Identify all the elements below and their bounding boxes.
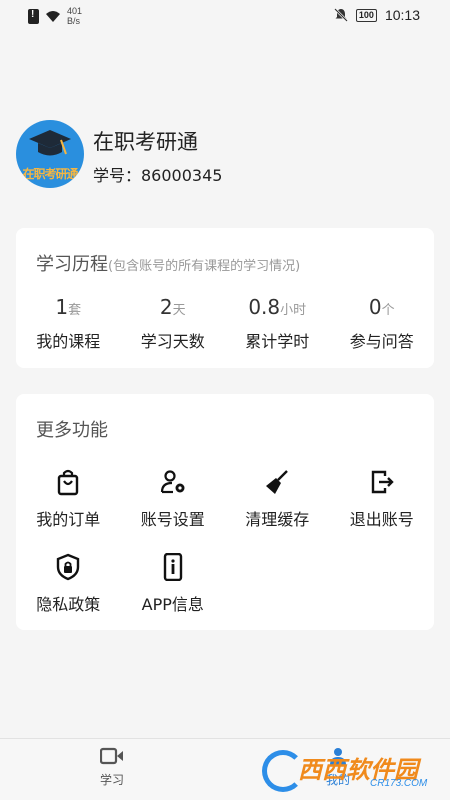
wifi-icon bbox=[46, 10, 60, 22]
stat-unit: 小时 bbox=[280, 303, 307, 318]
stat-hours[interactable]: 0.8小时 累计学时 bbox=[225, 294, 330, 352]
stat-value: 0.8 bbox=[248, 295, 281, 319]
more-functions-card: 更多功能 我的订单 账号设置 清理缓存 退出账号 隐私政策 APP信息 bbox=[16, 394, 434, 630]
logout-icon bbox=[371, 470, 394, 494]
phone-info-icon bbox=[163, 553, 182, 581]
stat-value: 0 bbox=[368, 295, 382, 319]
func-label: APP信息 bbox=[141, 595, 204, 614]
more-title: 更多功能 bbox=[36, 420, 108, 441]
profile-header: 在职考研通 在职考研通 学号：86000345 bbox=[16, 120, 436, 200]
clear-cache-button[interactable]: 清理缓存 bbox=[225, 466, 330, 551]
app-name: 在职考研通 bbox=[93, 130, 198, 154]
func-label: 退出账号 bbox=[349, 510, 414, 529]
app-info-button[interactable]: APP信息 bbox=[121, 551, 226, 636]
func-label: 账号设置 bbox=[140, 510, 205, 529]
sim-alert-icon bbox=[28, 8, 39, 24]
battery-indicator: 100 bbox=[355, 8, 377, 22]
history-title: 学习历程 bbox=[36, 254, 108, 275]
history-subtitle: (包含账号的所有课程的学习情况) bbox=[108, 259, 301, 274]
stat-courses[interactable]: 1套 我的课程 bbox=[16, 294, 121, 352]
logout-button[interactable]: 退出账号 bbox=[330, 466, 435, 551]
avatar-logo-text: 在职考研通 bbox=[22, 167, 78, 181]
stat-label: 参与问答 bbox=[349, 332, 414, 351]
net-speed: 401 B/s bbox=[67, 6, 83, 26]
avatar[interactable]: 在职考研通 bbox=[16, 120, 84, 188]
watermark-domain: CR173.COM bbox=[370, 778, 428, 789]
nav-tab-study[interactable]: 学习 bbox=[72, 747, 152, 788]
card-title: 学习历程(包含账号的所有课程的学习情况) bbox=[36, 250, 300, 276]
nav-label-study: 学习 bbox=[99, 773, 124, 787]
status-bar: 401 B/s 100 10:13 bbox=[0, 0, 450, 32]
stat-qa[interactable]: 0个 参与问答 bbox=[330, 294, 435, 352]
clock: 10:13 bbox=[384, 7, 420, 23]
student-id: 学号：86000345 bbox=[93, 166, 223, 185]
my-orders-button[interactable]: 我的订单 bbox=[16, 466, 121, 551]
graduation-cap-icon bbox=[29, 130, 71, 156]
study-history-card: 学习历程(包含账号的所有课程的学习情况) 1套 我的课程 2天 学习天数 0.8… bbox=[16, 228, 434, 368]
shopping-bag-icon bbox=[58, 469, 79, 496]
func-label: 隐私政策 bbox=[36, 595, 101, 614]
shield-lock-icon bbox=[57, 553, 80, 581]
watermark-logo: 西西软件园 CR173.COM bbox=[262, 746, 442, 796]
stats-row: 1套 我的课程 2天 学习天数 0.8小时 累计学时 0个 参与问答 bbox=[16, 294, 434, 352]
stat-label: 我的课程 bbox=[36, 332, 101, 351]
video-camera-icon bbox=[100, 747, 123, 765]
user-settings-icon bbox=[160, 470, 185, 494]
func-label: 我的订单 bbox=[36, 510, 101, 529]
stat-unit: 天 bbox=[172, 303, 186, 318]
mute-bell-icon bbox=[334, 8, 348, 22]
broom-icon bbox=[266, 470, 289, 494]
account-settings-button[interactable]: 账号设置 bbox=[121, 466, 226, 551]
function-grid: 我的订单 账号设置 清理缓存 退出账号 隐私政策 APP信息 bbox=[16, 466, 434, 636]
stat-unit: 个 bbox=[381, 303, 395, 318]
stat-label: 累计学时 bbox=[245, 332, 310, 351]
stat-label: 学习天数 bbox=[140, 332, 205, 351]
stat-unit: 套 bbox=[68, 303, 82, 318]
stat-value: 2 bbox=[159, 295, 173, 319]
privacy-policy-button[interactable]: 隐私政策 bbox=[16, 551, 121, 636]
func-label: 清理缓存 bbox=[245, 510, 310, 529]
stat-value: 1 bbox=[55, 295, 69, 319]
stat-days[interactable]: 2天 学习天数 bbox=[121, 294, 226, 352]
